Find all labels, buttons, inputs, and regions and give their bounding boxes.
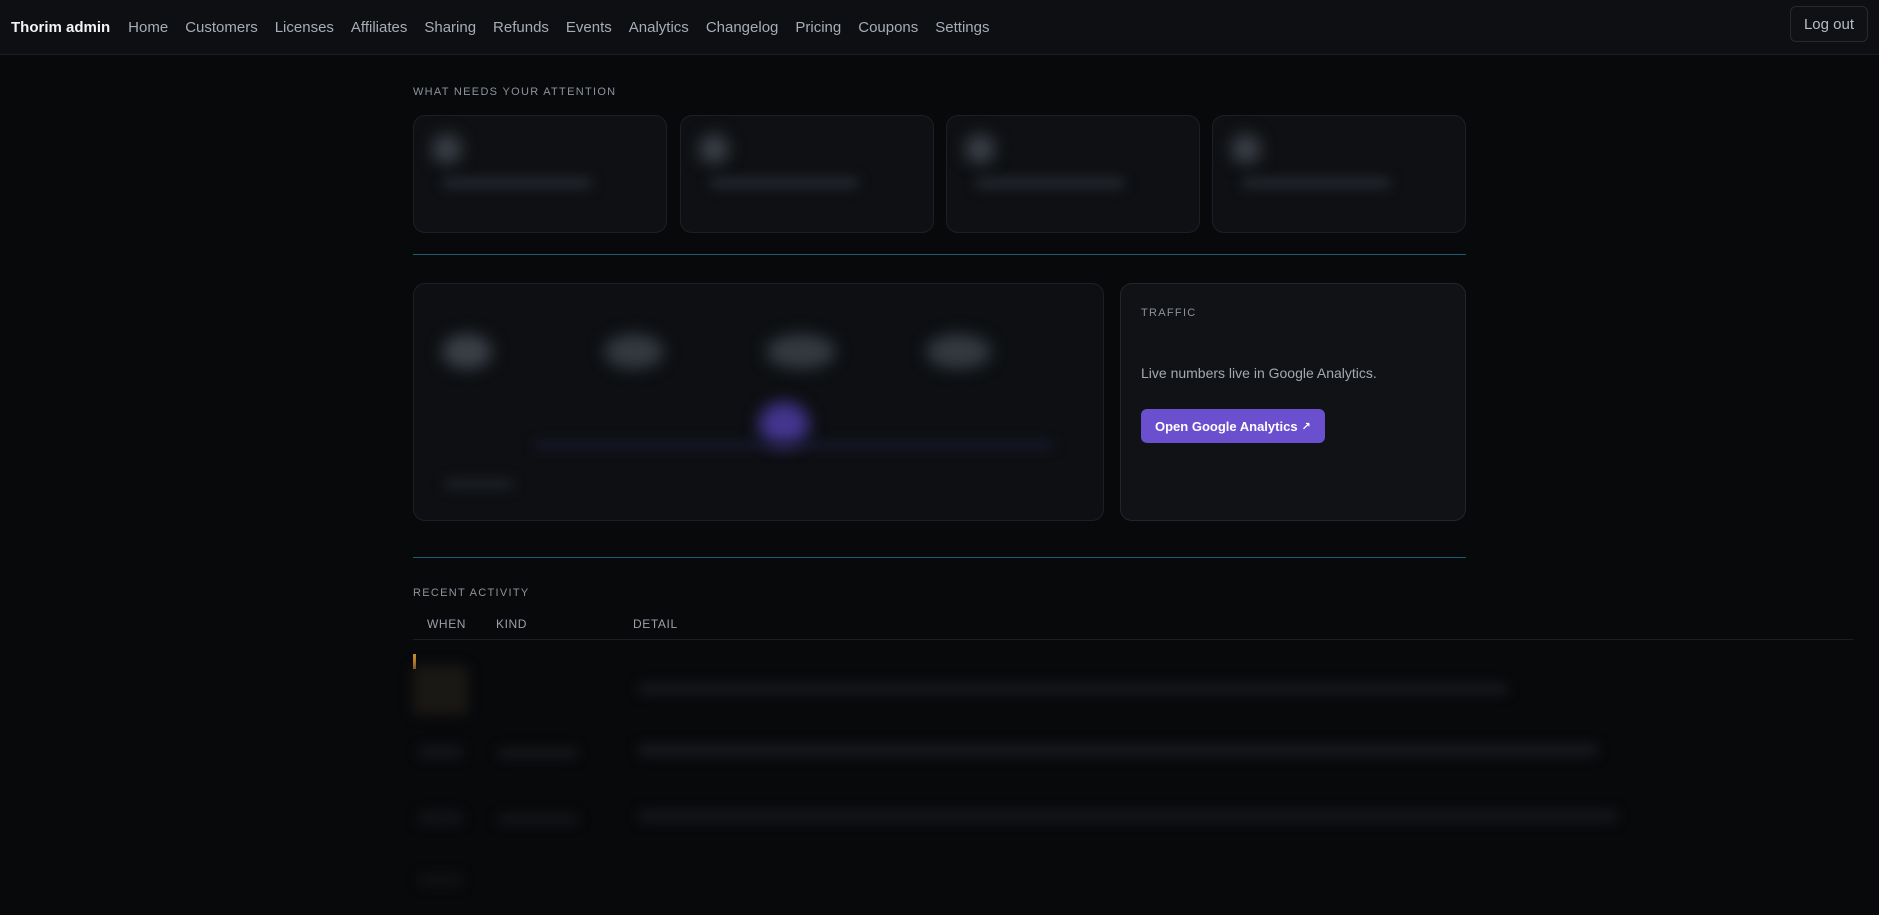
nav-item-affiliates[interactable]: Affiliates	[351, 19, 407, 36]
traffic-description: Live numbers live in Google Analytics.	[1141, 365, 1377, 381]
nav-item-settings[interactable]: Settings	[935, 19, 989, 36]
traffic-card: TRAFFIC Live numbers live in Google Anal…	[1120, 283, 1466, 521]
row-cell-placeholder	[418, 875, 463, 885]
card-text-placeholder	[1241, 178, 1391, 188]
table-row[interactable]	[413, 727, 1853, 787]
row-cell-placeholder	[638, 745, 1598, 755]
column-kind[interactable]: KIND	[496, 617, 527, 631]
nav-item-analytics[interactable]: Analytics	[629, 19, 689, 36]
chart-placeholder	[759, 402, 809, 447]
external-link-icon: ↗	[1301, 420, 1311, 433]
column-when[interactable]: WHEN	[427, 617, 466, 631]
nav-item-sharing[interactable]: Sharing	[424, 19, 476, 36]
row-cell-placeholder	[638, 685, 1508, 693]
section-divider	[413, 254, 1466, 255]
card-icon-placeholder	[699, 134, 729, 164]
card-text-placeholder	[975, 178, 1125, 188]
logout-button[interactable]: Log out	[1789, 6, 1868, 42]
row-cell-placeholder	[413, 665, 468, 715]
row-cell-placeholder	[638, 811, 1618, 821]
nav-item-home[interactable]: Home	[128, 19, 168, 36]
table-row[interactable]	[413, 665, 1853, 725]
nav-item-coupons[interactable]: Coupons	[858, 19, 918, 36]
row-cell-placeholder	[498, 815, 578, 823]
nav-item-events[interactable]: Events	[566, 19, 612, 36]
top-navigation: Thorim admin Home Customers Licenses Aff…	[0, 0, 1879, 55]
nav-item-licenses[interactable]: Licenses	[275, 19, 334, 36]
nav-menu: Home Customers Licenses Affiliates Shari…	[122, 19, 1000, 36]
row-cell-placeholder	[418, 813, 463, 823]
attention-card[interactable]	[1212, 115, 1466, 233]
stats-card	[413, 283, 1104, 521]
nav-item-changelog[interactable]: Changelog	[706, 19, 779, 36]
column-detail[interactable]: DETAIL	[633, 617, 678, 631]
attention-heading: WHAT NEEDS YOUR ATTENTION	[413, 86, 617, 98]
chart-line-placeholder	[534, 442, 1054, 448]
attention-card[interactable]	[680, 115, 934, 233]
traffic-heading: TRAFFIC	[1141, 307, 1197, 319]
card-icon-placeholder	[965, 134, 995, 164]
table-row[interactable]	[413, 793, 1853, 853]
card-icon-placeholder	[1231, 134, 1261, 164]
stat-placeholder	[766, 334, 836, 369]
card-icon-placeholder	[432, 134, 462, 164]
label-placeholder	[444, 479, 514, 489]
attention-card[interactable]	[413, 115, 667, 233]
nav-item-customers[interactable]: Customers	[185, 19, 258, 36]
stat-placeholder	[442, 334, 492, 369]
open-google-analytics-button[interactable]: Open Google Analytics ↗	[1141, 409, 1325, 443]
stat-placeholder	[926, 334, 991, 369]
row-cell-placeholder	[498, 749, 578, 757]
recent-activity-heading: RECENT ACTIVITY	[413, 587, 530, 599]
attention-card[interactable]	[946, 115, 1200, 233]
activity-table-header: WHEN KIND DETAIL	[413, 610, 1853, 640]
nav-item-refunds[interactable]: Refunds	[493, 19, 549, 36]
app-title[interactable]: Thorim admin	[11, 19, 110, 36]
section-divider	[413, 557, 1466, 558]
card-text-placeholder	[442, 178, 592, 188]
stat-placeholder	[604, 334, 664, 369]
nav-item-pricing[interactable]: Pricing	[795, 19, 841, 36]
table-row[interactable]	[413, 855, 1853, 915]
card-text-placeholder	[709, 178, 859, 188]
ga-button-label: Open Google Analytics	[1155, 418, 1298, 434]
row-cell-placeholder	[418, 747, 463, 757]
